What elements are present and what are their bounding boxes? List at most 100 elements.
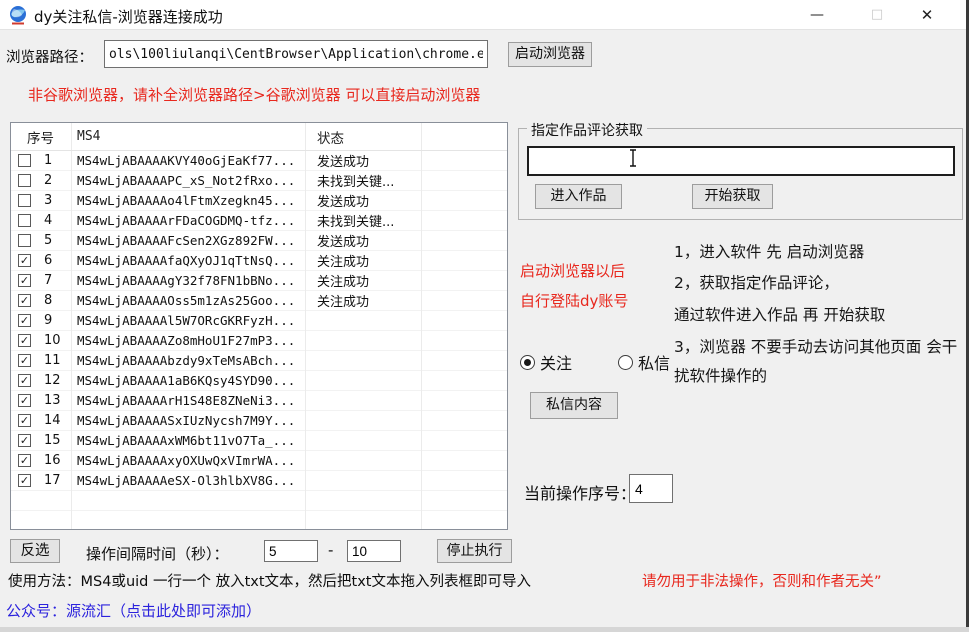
row-number: 5 — [44, 233, 52, 248]
table-row[interactable]: ✓ 17 MS4wLjABAAAAeSX-Ol3hlbXV8G... — [11, 471, 507, 491]
row-status: 发送成功 — [305, 191, 421, 210]
window-title: dy关注私信-浏览器连接成功 — [34, 6, 223, 27]
row-number: 2 — [44, 173, 52, 188]
table-row[interactable]: 1 MS4wLjABAAAAKVY40oGjEaKf77...发送成功 — [11, 151, 507, 171]
table-row[interactable]: 2MS4wLjABAAAAPC_xS_Not2fRxo...未找到关键... — [11, 171, 507, 191]
row-checkbox[interactable] — [18, 154, 31, 167]
table-row[interactable]: 5 MS4wLjABAAAAFcSen2XGz892FW...发送成功 — [11, 231, 507, 251]
table-row[interactable]: ✓9MS4wLjABAAAAl5W7ORcGKRFyzH... — [11, 311, 507, 331]
row-status: 发送成功 — [305, 231, 421, 250]
work-url-input[interactable] — [527, 146, 955, 176]
row-ms4-id: MS4wLjABAAAAeSX-Ol3hlbXV8G... — [71, 473, 305, 488]
instruction-line: 3，浏览器 不要手动去访问其他页面 会干 — [674, 335, 957, 357]
row-status: 未找到关键... — [305, 211, 421, 230]
row-ms4-id: MS4wLjABAAAA1aB6KQsy4SYD90... — [71, 373, 305, 388]
table-row[interactable]: 4MS4wLjABAAAArFDaCOGDMQ-tfz...未找到关键... — [11, 211, 507, 231]
dm-radio[interactable] — [618, 355, 633, 370]
row-number: 17 — [44, 473, 61, 488]
row-ms4-id: MS4wLjABAAAAo4lFtmXzegkn45... — [71, 193, 305, 208]
interval-to-input[interactable] — [347, 540, 401, 562]
launch-browser-button[interactable]: 启动浏览器 — [508, 42, 592, 67]
title-bar: dy关注私信-浏览器连接成功 — □ ✕ — [0, 0, 969, 30]
row-number: 3 — [44, 193, 52, 208]
row-checkbox[interactable]: ✓ — [18, 274, 31, 287]
mode-radio-group: 关注 私信 — [520, 350, 670, 374]
table-row — [11, 511, 507, 530]
enter-work-button[interactable]: 进入作品 — [535, 184, 622, 209]
table-row[interactable]: ✓14MS4wLjABAAAASxIUzNycsh7M9Y... — [11, 411, 507, 431]
table-row — [11, 491, 507, 511]
follow-radio-label[interactable]: 关注 — [540, 350, 572, 374]
row-status: 未找到关键... — [305, 171, 421, 190]
row-checkbox[interactable] — [18, 174, 31, 187]
minimize-button[interactable]: — — [794, 0, 840, 30]
table-row[interactable]: ✓8MS4wLjABAAAAOss5m1zAs25Goo...关注成功 — [11, 291, 507, 311]
row-checkbox[interactable]: ✓ — [18, 374, 31, 387]
table-row[interactable]: ✓11MS4wLjABAAAAbzdy9xTeMsABch... — [11, 351, 507, 371]
header-num: 序号 — [11, 127, 71, 147]
row-ms4-id: MS4wLjABAAAArFDaCOGDMQ-tfz... — [71, 213, 305, 228]
table-row[interactable]: ✓13MS4wLjABAAAArH1S48E8ZNeNi3... — [11, 391, 507, 411]
row-number: 1 — [44, 153, 52, 168]
row-checkbox[interactable]: ✓ — [18, 334, 31, 347]
window-edge — [0, 627, 969, 632]
row-ms4-id: MS4wLjABAAAAFcSen2XGz892FW... — [71, 233, 305, 248]
table-row[interactable]: ✓10MS4wLjABAAAAZo8mHoU1F27mP3... — [11, 331, 507, 351]
maximize-button[interactable]: □ — [854, 0, 900, 30]
table-row[interactable]: ✓12MS4wLjABAAAA1aB6KQsy4SYD90... — [11, 371, 507, 391]
row-ms4-id: MS4wLjABAAAAxWM6bt11vO7Ta_... — [71, 433, 305, 448]
interval-label: 操作间隔时间（秒）： — [86, 543, 229, 564]
instruction-line: 扰软件操作的 — [674, 364, 767, 386]
row-ms4-id: MS4wLjABAAAAKVY40oGjEaKf77... — [71, 153, 305, 168]
row-checkbox[interactable]: ✓ — [18, 454, 31, 467]
row-checkbox[interactable]: ✓ — [18, 394, 31, 407]
table-header: 序号 MS4 状态 — [11, 123, 507, 151]
text-cursor-icon — [628, 149, 638, 167]
legal-warning: 请勿用于非法操作，否则和作者无关” — [642, 570, 882, 591]
header-ms4: MS4 — [71, 129, 305, 144]
start-fetch-button[interactable]: 开始获取 — [692, 184, 773, 209]
stop-execution-button[interactable]: 停止执行 — [437, 539, 512, 563]
table-row[interactable]: ✓7MS4wLjABAAAAgY32f78FN1bBNo...关注成功 — [11, 271, 507, 291]
current-op-input[interactable] — [629, 474, 673, 503]
row-checkbox[interactable]: ✓ — [18, 434, 31, 447]
row-ms4-id: MS4wLjABAAAAbzdy9xTeMsABch... — [71, 353, 305, 368]
row-checkbox[interactable] — [18, 194, 31, 207]
row-checkbox[interactable]: ✓ — [18, 254, 31, 267]
invert-selection-button[interactable]: 反选 — [10, 539, 60, 563]
row-number: 8 — [44, 293, 52, 308]
table-row[interactable]: ✓6MS4wLjABAAAAfaQXyOJ1qTtNsQ...关注成功 — [11, 251, 507, 271]
row-ms4-id: MS4wLjABAAAASxIUzNycsh7M9Y... — [71, 413, 305, 428]
browser-path-input[interactable] — [104, 40, 488, 68]
row-number: 9 — [44, 313, 52, 328]
row-checkbox[interactable]: ✓ — [18, 474, 31, 487]
ms4-list[interactable]: 序号 MS4 状态 1 MS4wLjABAAAAKVY40oGjEaKf77...… — [10, 122, 508, 530]
follow-radio[interactable] — [520, 355, 535, 370]
table-row[interactable]: 3 MS4wLjABAAAAo4lFtmXzegkn45...发送成功 — [11, 191, 507, 211]
row-number: 10 — [44, 333, 61, 348]
row-checkbox[interactable]: ✓ — [18, 314, 31, 327]
row-checkbox[interactable] — [18, 214, 31, 227]
row-checkbox[interactable]: ✓ — [18, 294, 31, 307]
row-number: 16 — [44, 453, 61, 468]
table-row[interactable]: ✓16MS4wLjABAAAAxyOXUwQxVImrWA... — [11, 451, 507, 471]
row-number: 13 — [44, 393, 61, 408]
column-divider — [71, 123, 72, 529]
table-body: 1MS4wLjABAAAAKVY40oGjEaKf77...发送成功2MS4wL… — [11, 151, 507, 530]
row-status: 关注成功 — [305, 251, 421, 270]
app-window: dy关注私信-浏览器连接成功 — □ ✕ 浏览器路径： 启动浏览器 非谷歌浏览器… — [0, 0, 969, 632]
interval-from-input[interactable] — [264, 540, 318, 562]
table-row[interactable]: ✓15MS4wLjABAAAAxWM6bt11vO7Ta_... — [11, 431, 507, 451]
dm-content-button[interactable]: 私信内容 — [530, 392, 618, 419]
column-divider — [421, 123, 422, 529]
dm-radio-label[interactable]: 私信 — [638, 350, 670, 374]
row-status: 发送成功 — [305, 151, 421, 170]
browser-path-label: 浏览器路径： — [6, 46, 93, 67]
close-button[interactable]: ✕ — [904, 0, 950, 30]
row-checkbox[interactable]: ✓ — [18, 414, 31, 427]
comment-fetch-title: 指定作品评论获取 — [527, 120, 647, 140]
wechat-official-link[interactable]: 公众号：源流汇（点击此处即可添加） — [6, 600, 261, 621]
row-checkbox[interactable]: ✓ — [18, 354, 31, 367]
row-checkbox[interactable] — [18, 234, 31, 247]
instruction-line: 通过软件进入作品 再 开始获取 — [674, 303, 885, 325]
